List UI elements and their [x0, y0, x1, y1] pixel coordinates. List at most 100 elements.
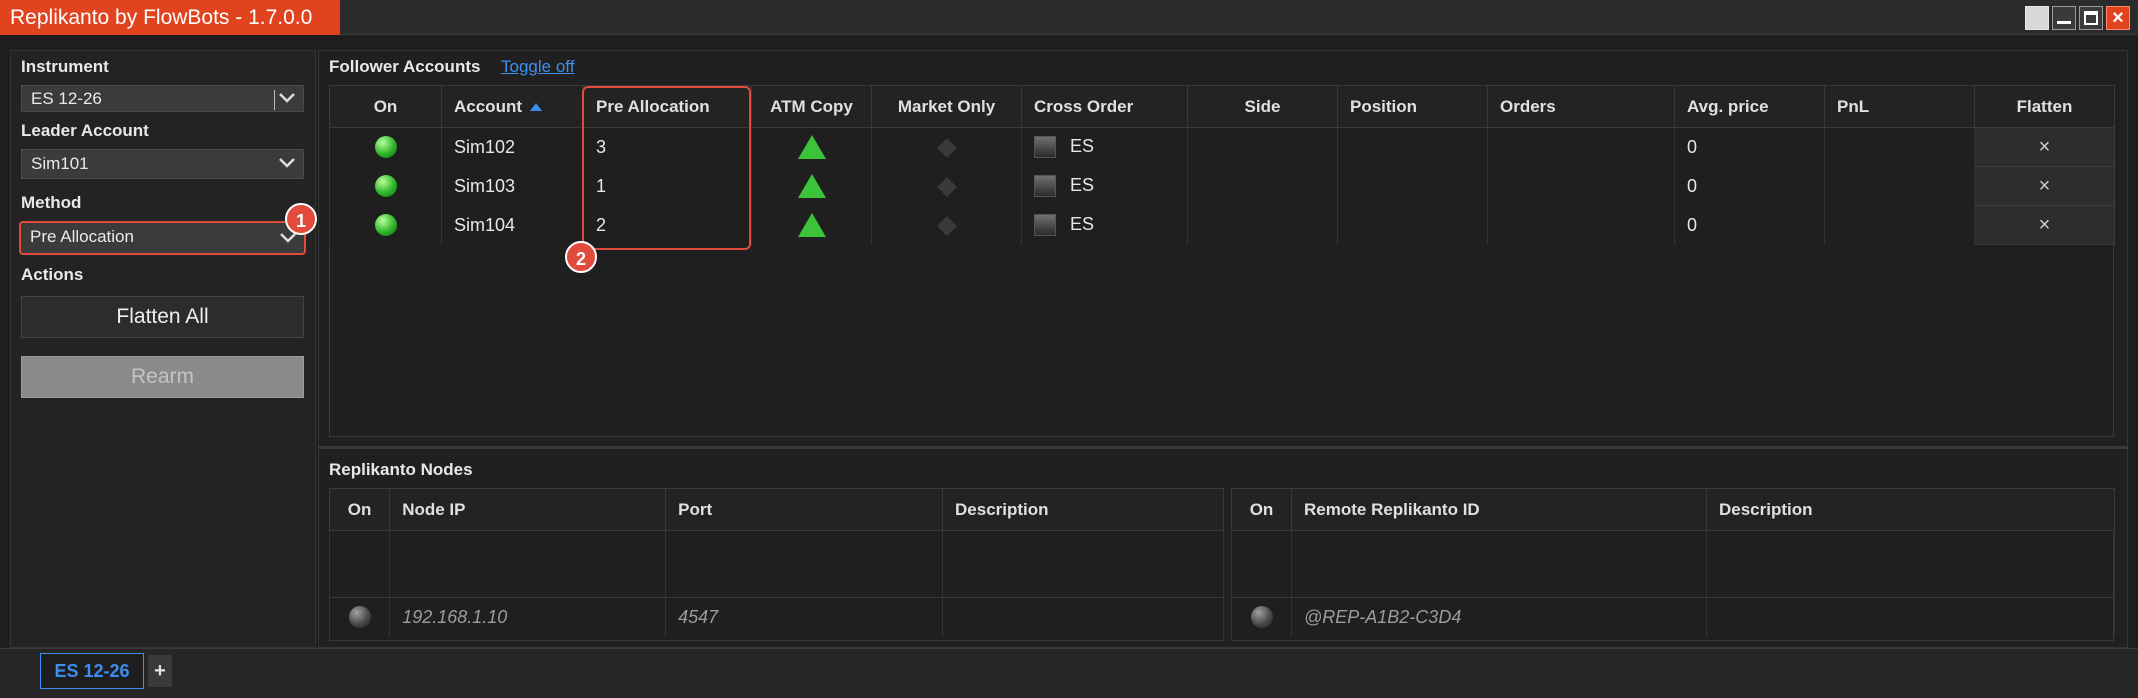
col-header-position[interactable]: Position	[1337, 85, 1488, 128]
cross-order-cell[interactable]: ES	[1021, 166, 1188, 206]
position-cell	[1337, 166, 1488, 206]
status-off-icon[interactable]	[348, 606, 371, 629]
section-divider[interactable]	[318, 446, 2128, 449]
sort-ascending-icon	[530, 103, 542, 112]
remote-id-input[interactable]: @REP-A1B2-C3D4	[1291, 597, 1707, 637]
status-on-icon[interactable]	[374, 136, 397, 159]
instrument-select[interactable]: ES 12-26	[21, 85, 304, 112]
cross-order-value: ES	[1070, 174, 1095, 195]
col-header-atm-copy[interactable]: ATM Copy	[751, 85, 872, 128]
atm-copy-on-icon[interactable]	[797, 135, 826, 160]
on-cell[interactable]	[329, 127, 442, 167]
account-cell: Sim103	[441, 166, 584, 206]
description-input[interactable]	[1706, 597, 2115, 637]
flatten-all-button[interactable]: Flatten All	[21, 296, 304, 338]
on-cell[interactable]	[1231, 597, 1292, 637]
tab-bar: ES 12-26 +	[0, 648, 2138, 698]
empty-row	[1231, 530, 2115, 598]
avg-price-cell: 0	[1674, 205, 1825, 245]
account-cell: Sim102	[441, 127, 584, 167]
on-cell[interactable]	[329, 166, 442, 206]
col-header-cross-order[interactable]: Cross Order	[1021, 85, 1188, 128]
col-header-on[interactable]: On	[1231, 488, 1292, 531]
col-header-market-only[interactable]: Market Only	[871, 85, 1022, 128]
empty-row	[328, 530, 1224, 598]
port-input[interactable]: 4547	[665, 597, 944, 637]
market-only-cell[interactable]	[871, 127, 1022, 167]
market-only-off-icon[interactable]	[936, 215, 957, 236]
market-only-off-icon[interactable]	[936, 176, 957, 197]
status-off-icon[interactable]	[1250, 606, 1273, 629]
flatten-button[interactable]: ×	[1974, 127, 2115, 167]
actions-label: Actions	[21, 265, 84, 284]
leader-account-value: Sim101	[31, 154, 89, 173]
maximize-button[interactable]	[2079, 6, 2103, 30]
side-cell	[1187, 166, 1338, 206]
callout-badge-1: 1	[285, 203, 317, 235]
flatten-button[interactable]: ×	[1974, 205, 2115, 245]
col-header-remote-id[interactable]: Remote Replikanto ID	[1291, 488, 1707, 531]
status-on-icon[interactable]	[374, 175, 397, 198]
col-header-description[interactable]: Description	[942, 488, 1224, 531]
toggle-off-link[interactable]: Toggle off	[501, 57, 574, 77]
cross-order-value: ES	[1070, 136, 1095, 157]
side-cell	[1187, 127, 1338, 167]
atm-copy-on-icon[interactable]	[797, 213, 826, 237]
cross-order-checkbox[interactable]	[1034, 136, 1056, 159]
window-controls: ×	[2025, 6, 2130, 30]
minimize-button[interactable]	[2052, 6, 2076, 30]
col-header-on[interactable]: On	[328, 488, 391, 531]
method-select[interactable]: Pre Allocation	[19, 221, 306, 255]
avg-price-cell: 0	[1674, 127, 1825, 167]
atm-copy-cell[interactable]	[751, 127, 872, 167]
tab-es-12-26[interactable]: ES 12-26	[40, 653, 144, 689]
close-button[interactable]: ×	[2106, 6, 2130, 30]
status-on-icon[interactable]	[374, 214, 397, 237]
pre-allocation-highlight	[582, 86, 751, 250]
on-cell[interactable]	[329, 205, 442, 245]
market-only-off-icon[interactable]	[936, 138, 957, 158]
window-option-button[interactable]	[2025, 6, 2049, 30]
nodes-header-row: On Node IP Port Description	[328, 488, 1224, 531]
market-only-cell[interactable]	[871, 205, 1022, 245]
position-cell	[1337, 205, 1488, 245]
cross-order-cell[interactable]: ES	[1021, 205, 1188, 245]
market-only-cell[interactable]	[871, 166, 1022, 206]
chevron-down-icon	[279, 86, 295, 103]
col-header-side[interactable]: Side	[1187, 85, 1338, 128]
rearm-button[interactable]: Rearm	[21, 356, 304, 398]
leader-account-select[interactable]: Sim101	[21, 149, 304, 179]
side-cell	[1187, 205, 1338, 245]
pnl-cell	[1824, 127, 1975, 167]
col-header-avg-price[interactable]: Avg. price	[1674, 85, 1825, 128]
chevron-down-icon	[279, 150, 295, 168]
atm-copy-cell[interactable]	[751, 205, 872, 245]
orders-cell	[1487, 205, 1675, 245]
node-ip-input[interactable]: 192.168.1.10	[389, 597, 667, 637]
col-header-on[interactable]: On	[329, 85, 442, 128]
cross-order-checkbox[interactable]	[1034, 175, 1056, 198]
col-header-pnl[interactable]: PnL	[1824, 85, 1975, 128]
position-cell	[1337, 127, 1488, 167]
instrument-value: ES 12-26	[31, 89, 102, 108]
col-header-flatten[interactable]: Flatten	[1974, 85, 2115, 128]
col-header-orders[interactable]: Orders	[1487, 85, 1675, 128]
description-input[interactable]	[942, 597, 1224, 637]
cross-order-checkbox[interactable]	[1034, 214, 1056, 237]
remote-table: On Remote Replikanto ID Description @REP…	[1231, 488, 2115, 637]
on-cell[interactable]	[328, 597, 391, 637]
new-remote-row: @REP-A1B2-C3D4	[1231, 597, 2115, 637]
orders-cell	[1487, 127, 1675, 167]
col-header-port[interactable]: Port	[665, 488, 944, 531]
flatten-button[interactable]: ×	[1974, 166, 2115, 206]
add-tab-button[interactable]: +	[148, 655, 172, 687]
leader-account-label: Leader Account	[21, 121, 149, 140]
orders-cell	[1487, 166, 1675, 206]
col-header-node-ip[interactable]: Node IP	[389, 488, 667, 531]
atm-copy-on-icon[interactable]	[797, 174, 826, 198]
col-header-description[interactable]: Description	[1706, 488, 2115, 531]
remote-header-row: On Remote Replikanto ID Description	[1231, 488, 2115, 531]
atm-copy-cell[interactable]	[751, 166, 872, 206]
col-header-account[interactable]: Account	[441, 85, 584, 128]
cross-order-cell[interactable]: ES	[1021, 127, 1188, 167]
